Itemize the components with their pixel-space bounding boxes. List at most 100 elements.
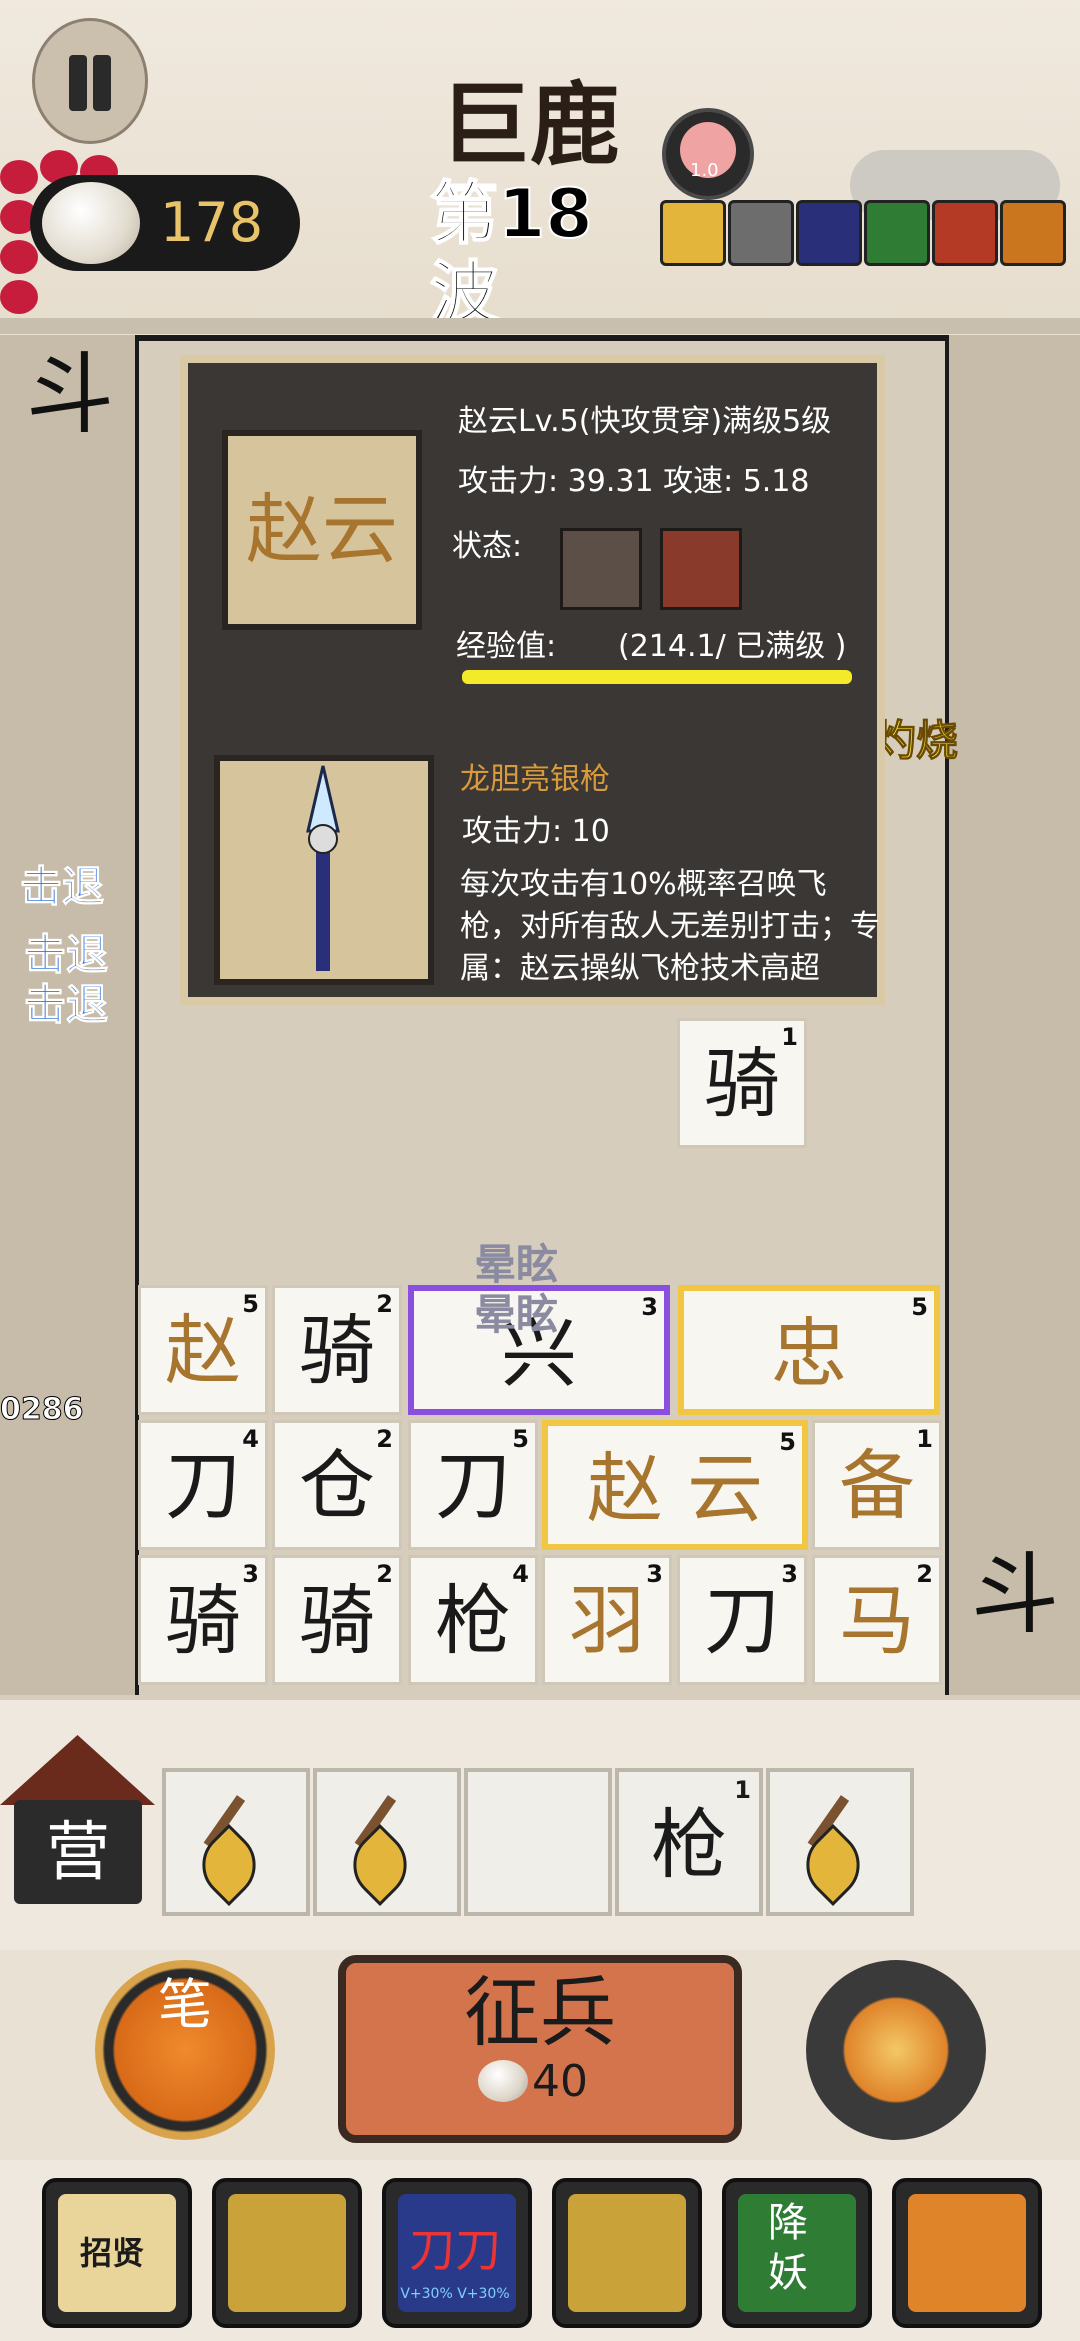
stun-text: 晕眩 (474, 1290, 559, 1339)
shovel-icon (187, 1795, 271, 1907)
pause-icon-bar (93, 55, 111, 111)
unit-level: 2 (376, 1425, 393, 1453)
unit-tile[interactable]: 刀 3 (677, 1555, 807, 1685)
hero-title: 赵云Lv.5(快攻贯穿)满级5级 (458, 404, 832, 439)
coin-value: 178 (160, 191, 264, 254)
shuriken-buff-icon[interactable] (728, 200, 794, 266)
fire-arrows-tool[interactable] (892, 2178, 1042, 2328)
unit-glyph: 枪 (651, 1800, 727, 1889)
unit-tile[interactable]: 仓 2 (272, 1420, 402, 1550)
brush-label: 笔 (158, 1973, 212, 2036)
attack-speed-buff-icon[interactable] (1000, 200, 1066, 266)
unit-glyph: 枪 (435, 1576, 511, 1665)
flaming-bow-button[interactable] (806, 1960, 986, 2140)
pierce-status-icon[interactable] (560, 528, 642, 610)
unit-tile[interactable]: 刀 4 (138, 1420, 268, 1550)
right-lane (945, 335, 1080, 1695)
unit-glyph: 骑 (299, 1576, 375, 1665)
unit-glyph: 赵 (165, 1306, 241, 1395)
promotion-buff-icon[interactable] (932, 200, 998, 266)
unit-tile[interactable]: 忠 5 (678, 1285, 940, 1415)
knockback-text: 击退 (23, 980, 109, 1030)
status-label: 状态: (452, 529, 523, 564)
stun-text: 晕眩 (474, 1240, 559, 1289)
unit-level: 3 (781, 1560, 798, 1588)
unit-tile[interactable]: 马 2 (812, 1555, 942, 1685)
boss-name: 巨鹿 (440, 72, 620, 178)
hero-portrait-text: 赵云 (246, 485, 398, 574)
buff-row (660, 200, 1070, 266)
unit-tile[interactable]: 备 1 (812, 1420, 942, 1550)
unit-level: 2 (376, 1560, 393, 1588)
enemy-soldier-left: 斗 (25, 343, 114, 446)
unit-tile[interactable]: 赵 5 (138, 1285, 268, 1415)
weapon-attack: 攻击力: 10 (462, 814, 610, 849)
shovel-tool[interactable] (212, 2178, 362, 2328)
double-blade-sub: V+30% V+30% (400, 2286, 510, 2302)
bench-slot[interactable]: 枪 1 (615, 1768, 763, 1916)
silver-spear-icon (306, 765, 340, 971)
unit-tile[interactable]: 刀 5 (408, 1420, 538, 1550)
weapon-name: 龙胆亮银枪 (460, 762, 610, 797)
shovel-icon (791, 1795, 875, 1907)
unit-tile[interactable]: 羽 3 (542, 1555, 672, 1685)
subdue-buff-icon[interactable] (864, 200, 930, 266)
unit-level: 1 (734, 1776, 751, 1804)
exp-value: (214.1/ 已满级 ) (618, 629, 847, 664)
pause-button[interactable] (32, 18, 148, 144)
shovel-buff-icon[interactable] (660, 200, 726, 266)
unit-glyph: 刀 (704, 1576, 780, 1665)
unit-level: 5 (512, 1425, 529, 1453)
peach-value: 1.0 (690, 160, 719, 181)
unit-glyph: 马 (839, 1576, 915, 1665)
unit-tile[interactable]: 骑 2 (272, 1555, 402, 1685)
unit-glyph: 仓 (299, 1441, 375, 1530)
knockback-text: 击退 (19, 862, 105, 912)
hud-divider (0, 318, 1080, 334)
unit-level: 4 (242, 1425, 259, 1453)
unit-tile-zhaoyun[interactable]: 赵 云 5 (542, 1420, 808, 1550)
unit-glyph: 刀 (165, 1441, 241, 1530)
heart-icon (0, 280, 38, 314)
unit-level: 5 (779, 1428, 796, 1456)
wave-label: 第18波 (429, 174, 594, 335)
recruit-cost: 40 (532, 2056, 588, 2107)
shovel-icon (228, 2194, 346, 2312)
double-blade-buff-icon[interactable] (796, 200, 862, 266)
unit-tile[interactable]: 骑 1 (677, 1018, 807, 1148)
unit-glyph: 备 (839, 1441, 915, 1530)
exp-label: 经验值: (456, 629, 557, 664)
shovel-icon (338, 1795, 422, 1907)
hero-stats: 攻击力: 39.31 攻速: 5.18 (458, 464, 810, 499)
recruit-talent-label: 招贤 (79, 2234, 144, 2272)
treasure-dig-tool[interactable] (552, 2178, 702, 2328)
double-blade-label: 刀刀 (409, 2223, 501, 2277)
fire-spear-status-icon[interactable] (660, 528, 742, 610)
bench-slot[interactable] (162, 1768, 310, 1916)
unit-level: 3 (646, 1560, 663, 1588)
bench-slot[interactable] (766, 1768, 914, 1916)
camp-label: 营 (46, 1816, 110, 1890)
unit-glyph: 骑 (165, 1576, 241, 1665)
heart-icon (0, 240, 38, 274)
pause-icon (69, 55, 87, 111)
steamed-bun-icon (478, 2060, 528, 2102)
weapon-frame (214, 755, 434, 985)
unit-level: 5 (911, 1293, 928, 1321)
damage-number: 0286 (0, 1392, 84, 1428)
unit-level: 5 (242, 1290, 259, 1318)
bench-slot-empty[interactable] (464, 1768, 612, 1916)
unit-tile[interactable]: 枪 4 (408, 1555, 538, 1685)
peach-icon[interactable] (662, 108, 754, 200)
weapon-description: 每次攻击有10%概率召唤飞枪，对所有敌人无差别打击；专属：赵云操纵飞枪技术高超 (460, 867, 880, 986)
unit-tile[interactable]: 骑 3 (138, 1555, 268, 1685)
heart-icon (0, 160, 38, 194)
bench-slot[interactable] (313, 1768, 461, 1916)
unit-glyph: 骑 (704, 1039, 780, 1128)
unit-level: 2 (376, 1290, 393, 1318)
unit-level: 1 (916, 1425, 933, 1453)
unit-tile[interactable]: 骑 2 (272, 1285, 402, 1415)
unit-level: 3 (641, 1293, 658, 1321)
knockback-text: 击退 (23, 930, 109, 980)
subdue-label: 降妖 (768, 2200, 808, 2296)
